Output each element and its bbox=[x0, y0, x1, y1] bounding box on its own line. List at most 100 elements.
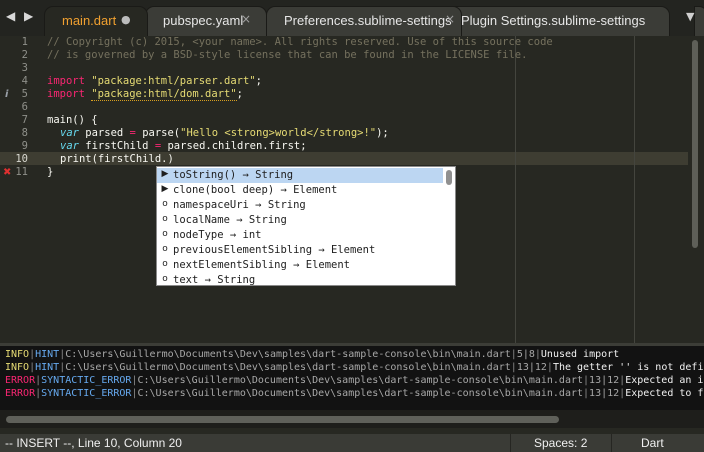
file-path: C:\Users\Guillermo\Documents\Dev\samples… bbox=[137, 375, 584, 386]
message: The getter '' is not defin bbox=[552, 362, 704, 373]
code-line-5: import "package:html/dom.dart"; bbox=[47, 88, 243, 101]
autocomplete-item[interactable]: ▶ clone(bool deep) → Element bbox=[157, 183, 443, 198]
tab-plugin-settings[interactable]: Plugin Settings.sublime-settings bbox=[440, 6, 670, 36]
vertical-scrollbar[interactable] bbox=[692, 40, 698, 248]
tab-label: Plugin Settings.sublime-settings bbox=[461, 13, 646, 28]
tab-dirty-indicator-icon[interactable]: ● bbox=[121, 13, 131, 26]
autocomplete-item[interactable]: o namespaceUri → String bbox=[157, 198, 443, 213]
completion-text: text → String bbox=[173, 274, 256, 286]
code-line-11: } bbox=[47, 166, 54, 178]
string-literal: "Hello <strong>world</strong>!" bbox=[180, 127, 377, 139]
output-line[interactable]: INFO|HINT|C:\Users\Guillermo\Documents\D… bbox=[5, 349, 619, 360]
string-literal: "package:html/dom.dart" bbox=[91, 88, 237, 101]
keyword: import bbox=[47, 75, 85, 87]
tab-preferences[interactable]: Preferences.sublime-settings × bbox=[266, 6, 462, 36]
horizontal-scrollbar-thumb[interactable] bbox=[6, 416, 559, 423]
kind-label: HINT bbox=[35, 362, 60, 373]
string-literal: "package:html/parser.dart" bbox=[91, 75, 256, 87]
output-line[interactable]: INFO|HINT|C:\Users\Guillermo\Documents\D… bbox=[5, 362, 704, 373]
punctuation: ); bbox=[376, 127, 389, 139]
line-number: 4 bbox=[21, 75, 28, 87]
line-number: 9 bbox=[21, 140, 28, 152]
autocomplete-popup[interactable]: ▶ toString() → String ▶ clone(bool deep) →… bbox=[156, 166, 456, 286]
horizontal-scrollbar-track[interactable] bbox=[0, 410, 704, 428]
file-path: C:\Users\Guillermo\Documents\Dev\samples… bbox=[65, 362, 511, 373]
message: Expected an id bbox=[625, 375, 704, 386]
method-icon: ▶ bbox=[161, 184, 169, 194]
call: parse( bbox=[135, 127, 181, 139]
code-line-9: var firstChild = parsed.children.first; bbox=[60, 140, 307, 152]
location: 13|12 bbox=[589, 375, 620, 386]
level-label: INFO bbox=[5, 362, 30, 373]
autocomplete-scrollbar[interactable] bbox=[446, 170, 452, 185]
file-path: C:\Users\Guillermo\Documents\Dev\samples… bbox=[137, 388, 584, 399]
output-line[interactable]: ERROR|SYNTACTIC_ERROR|C:\Users\Guillermo… bbox=[5, 375, 704, 386]
kind-label: SYNTACTIC_ERROR bbox=[41, 388, 132, 399]
line-number-current: 10 bbox=[15, 153, 28, 165]
kind-label: HINT bbox=[35, 349, 60, 360]
tab-label: Preferences.sublime-settings bbox=[284, 13, 452, 28]
location: 5|8 bbox=[516, 349, 535, 360]
file-path: C:\Users\Guillermo\Documents\Dev\samples… bbox=[65, 349, 511, 360]
identifier: firstChild bbox=[78, 140, 155, 152]
tab-bar: ◀ ▶ Plugin Settings.sublime-settings Pre… bbox=[0, 0, 704, 36]
property-icon: o bbox=[162, 229, 168, 239]
line-number: 1 bbox=[21, 36, 28, 48]
autocomplete-item[interactable]: o localName → String bbox=[157, 213, 443, 228]
punctuation: ; bbox=[236, 88, 243, 100]
code-line-2: // is governed by a BSD-style license th… bbox=[47, 49, 528, 61]
tab-forward-arrow-icon[interactable]: ▶ bbox=[24, 9, 33, 23]
status-divider bbox=[611, 434, 612, 452]
status-mode-position: -- INSERT --, Line 10, Column 20 bbox=[5, 436, 182, 450]
tab-close-icon[interactable]: × bbox=[241, 12, 251, 26]
punctuation: ; bbox=[255, 75, 262, 87]
tab-close-icon[interactable]: × bbox=[445, 12, 455, 26]
code-line-10: print(firstChild.) bbox=[60, 153, 174, 165]
level-label: ERROR bbox=[5, 375, 36, 386]
message: Unused import bbox=[540, 349, 620, 360]
keyword: import bbox=[47, 88, 85, 100]
syntax-selector[interactable]: Dart bbox=[641, 436, 664, 450]
line-number: 3 bbox=[21, 62, 28, 74]
status-divider bbox=[510, 434, 511, 452]
code-line-4: import "package:html/parser.dart"; bbox=[47, 75, 262, 87]
code-line-8: var parsed = parse("Hello <strong>world<… bbox=[60, 127, 389, 139]
property-icon: o bbox=[162, 274, 168, 284]
completion-text: localName → String bbox=[173, 214, 287, 226]
completion-text: previousElementSibling → Element bbox=[173, 244, 376, 256]
tab-main-dart[interactable]: main.dart ● bbox=[44, 6, 148, 36]
ruler-line bbox=[515, 36, 516, 343]
code-line-1: // Copyright (c) 2015, <your name>. All … bbox=[47, 36, 553, 48]
line-number: 8 bbox=[21, 127, 28, 139]
property-icon: o bbox=[162, 199, 168, 209]
location: 13|12 bbox=[516, 362, 547, 373]
completion-text: namespaceUri → String bbox=[173, 199, 306, 211]
completion-text: nextElementSibling → Element bbox=[173, 259, 351, 271]
output-panel[interactable]: INFO|HINT|C:\Users\Guillermo\Documents\D… bbox=[0, 346, 704, 410]
tab-menu-icon[interactable]: ▼ bbox=[686, 10, 700, 26]
autocomplete-item[interactable]: o text → String bbox=[157, 273, 443, 286]
method-icon: ▶ bbox=[161, 169, 169, 179]
kind-label: SYNTACTIC_ERROR bbox=[41, 375, 132, 386]
error-marker-icon: ✖ bbox=[3, 167, 12, 178]
level-label: ERROR bbox=[5, 388, 36, 399]
indentation-selector[interactable]: Spaces: 2 bbox=[534, 436, 587, 450]
identifier: parsed bbox=[78, 127, 130, 139]
var-keyword: var bbox=[60, 140, 79, 152]
autocomplete-item[interactable]: o nodeType → int bbox=[157, 228, 443, 243]
autocomplete-item[interactable]: o previousElementSibling → Element bbox=[157, 243, 443, 258]
autocomplete-item[interactable]: o nextElementSibling → Element bbox=[157, 258, 443, 273]
message: Expected to fi bbox=[625, 388, 704, 399]
status-bar: -- INSERT --, Line 10, Column 20 Spaces:… bbox=[0, 434, 704, 452]
ruler-line bbox=[634, 36, 635, 343]
completion-text: clone(bool deep) → Element bbox=[173, 184, 338, 196]
tab-label: main.dart bbox=[62, 13, 117, 28]
tab-back-arrow-icon[interactable]: ◀ bbox=[6, 9, 15, 23]
line-number: 2 bbox=[21, 49, 28, 61]
property-icon: o bbox=[162, 244, 168, 254]
autocomplete-item[interactable]: ▶ toString() → String bbox=[157, 168, 443, 183]
output-line[interactable]: ERROR|SYNTACTIC_ERROR|C:\Users\Guillermo… bbox=[5, 388, 704, 399]
expression: parsed.children.first; bbox=[161, 140, 307, 152]
tab-pubspec[interactable]: pubspec.yaml × bbox=[145, 6, 267, 36]
property-icon: o bbox=[162, 214, 168, 224]
